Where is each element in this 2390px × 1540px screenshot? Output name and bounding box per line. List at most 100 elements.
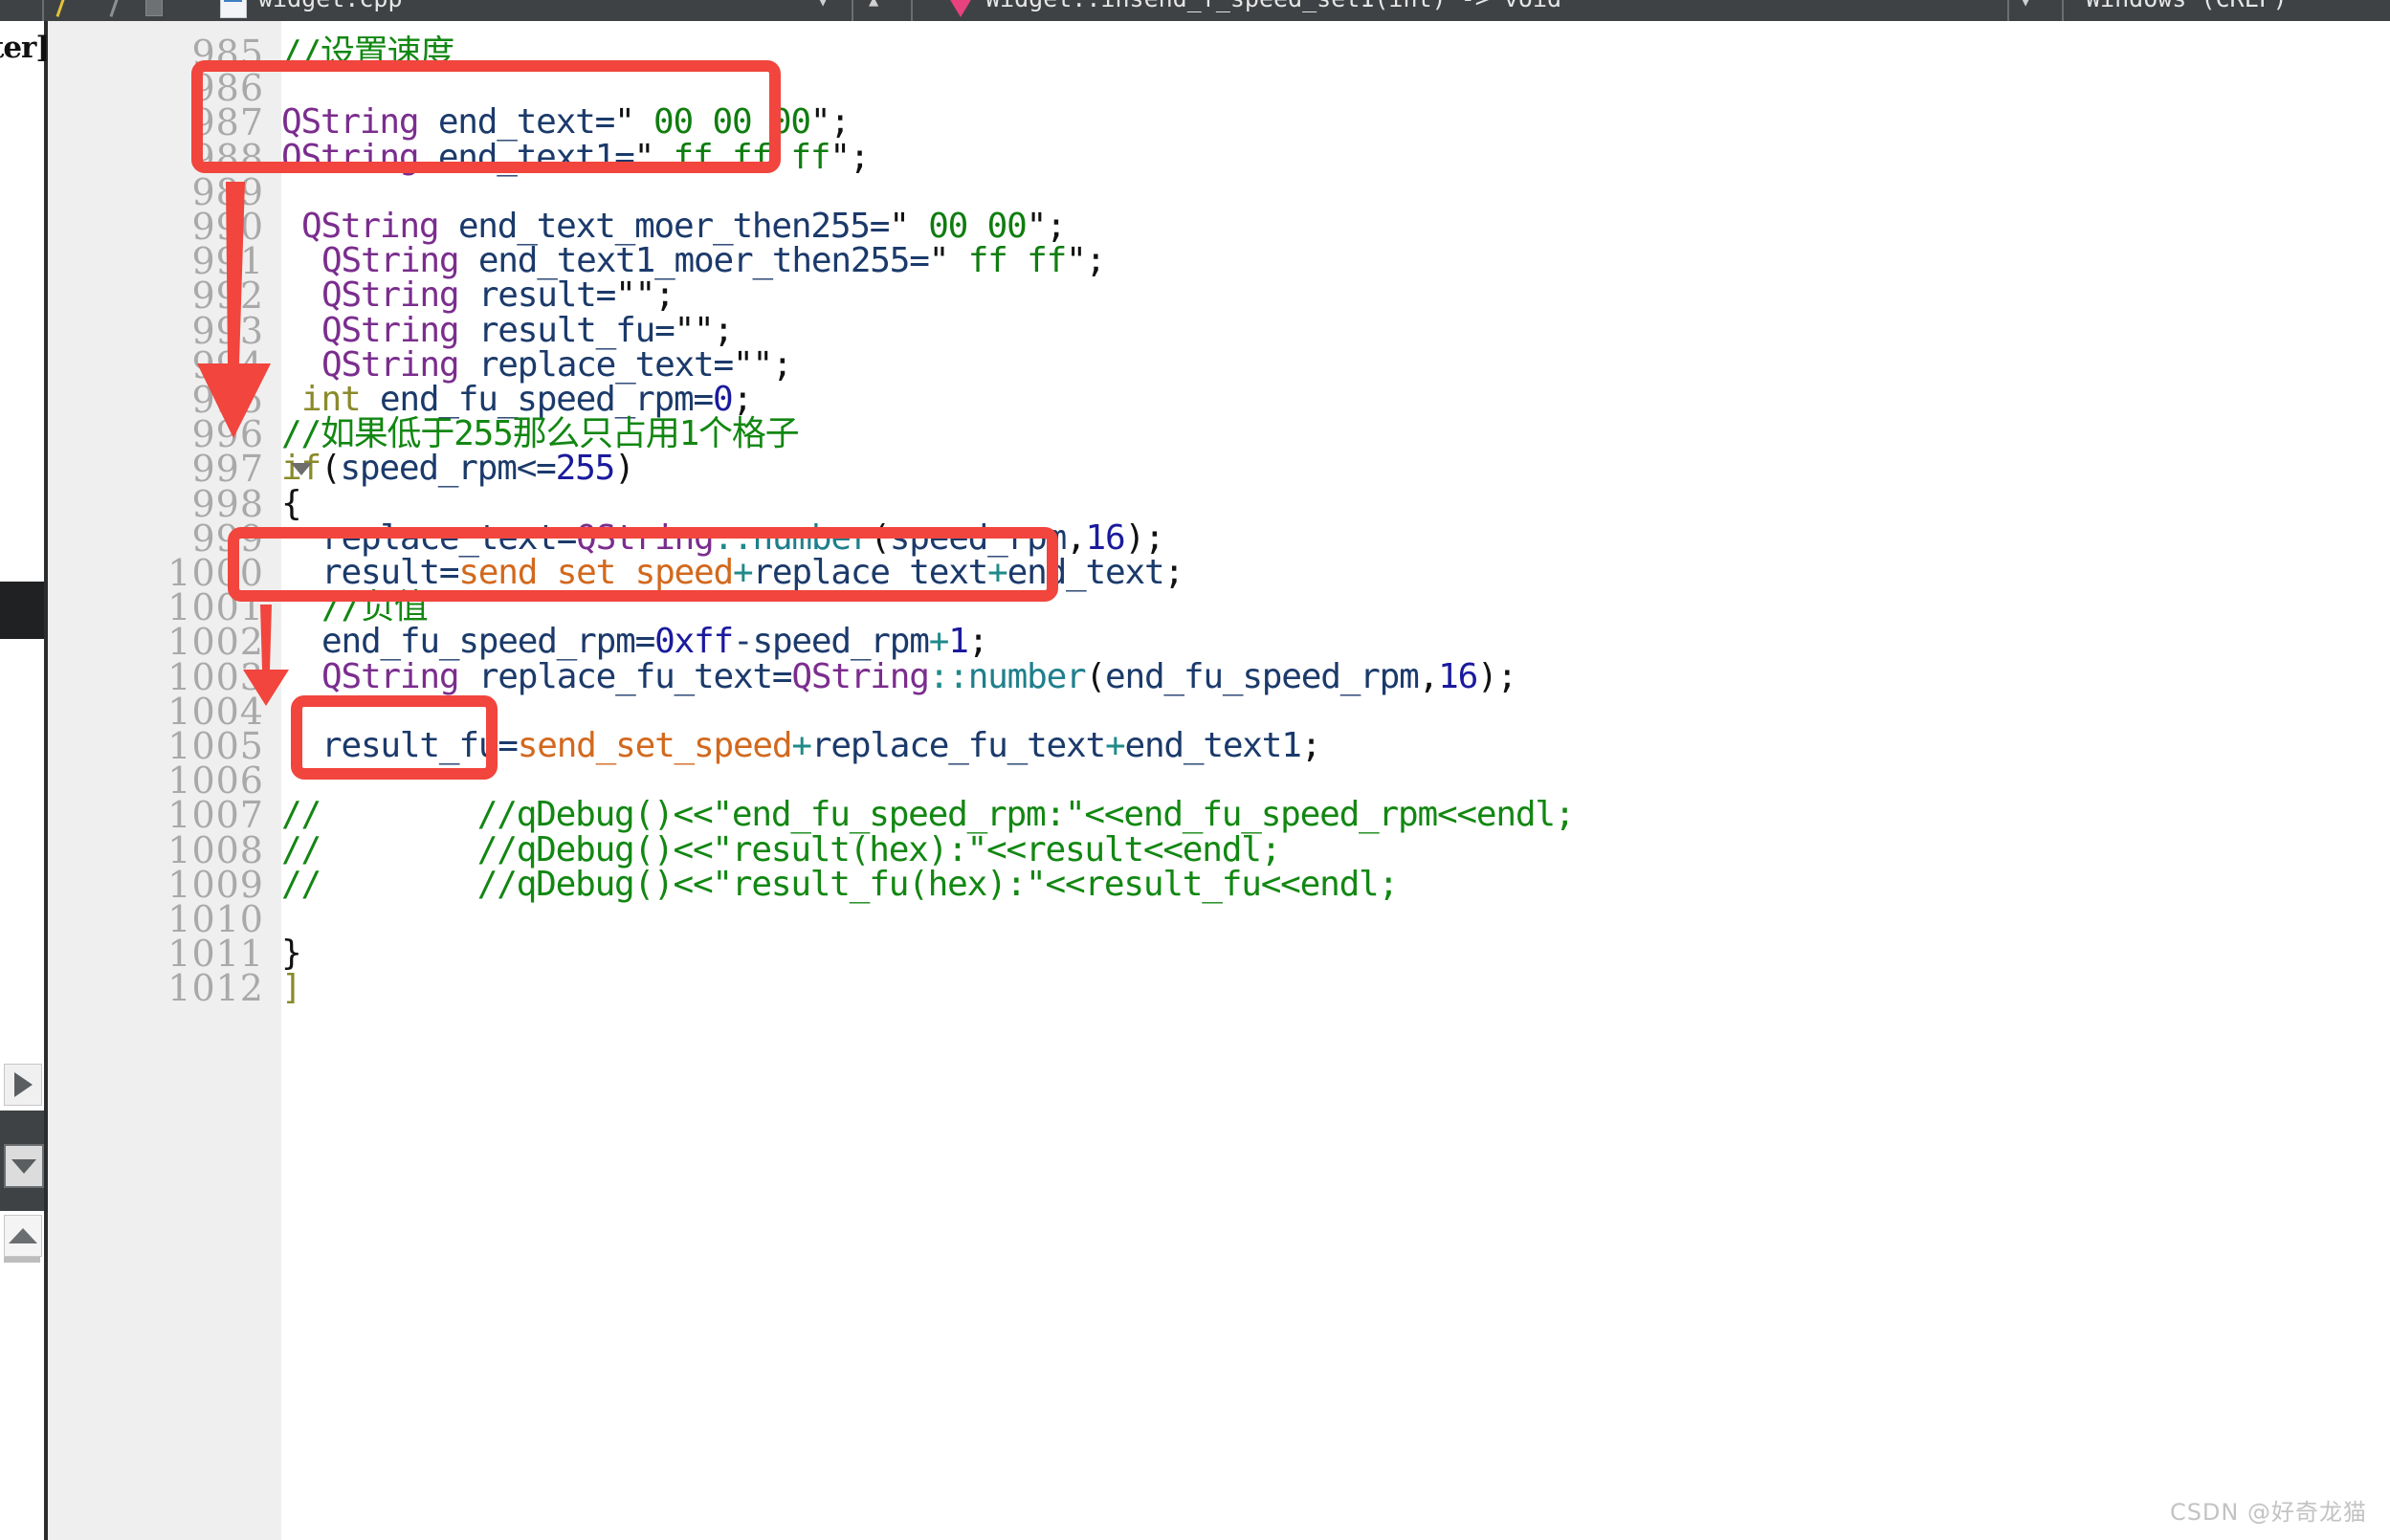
code-token: QString bbox=[321, 344, 460, 385]
file-tab-label[interactable]: widget.cpp bbox=[258, 0, 403, 11]
gutter-line-number: 1010 bbox=[167, 898, 264, 940]
code-token: :: bbox=[928, 656, 969, 696]
code-line[interactable]: // //qDebug()<<"end_fu_speed_rpm:"<<end_… bbox=[281, 798, 1575, 832]
code-token: ( bbox=[870, 517, 891, 558]
chevron-up-icon[interactable]: ▲ bbox=[869, 0, 878, 11]
code-token: speed_rpm bbox=[752, 622, 929, 662]
code-token: = bbox=[594, 102, 616, 143]
code-token: end_text_moer_then255 bbox=[457, 207, 871, 246]
slash-icon[interactable] bbox=[109, 0, 120, 17]
code-line[interactable]: result_fu=send_set_speed+replace_fu_text… bbox=[281, 726, 1321, 765]
code-token: send_set_speed bbox=[517, 726, 793, 765]
code-token: " bbox=[809, 102, 831, 143]
code-line[interactable]: //如果低于255那么只占用1个格子 bbox=[281, 417, 800, 451]
document-icon[interactable] bbox=[145, 0, 163, 16]
code-line[interactable]: int end_fu_speed_rpm=0; bbox=[281, 380, 753, 419]
code-token: replace_text bbox=[321, 517, 558, 558]
gutter-line-number: 1007 bbox=[167, 794, 264, 837]
csdn-watermark: CSDN @好奇龙猫 bbox=[2169, 1499, 2367, 1526]
code-line[interactable]: //负值 bbox=[281, 590, 429, 625]
code-line[interactable]: QString end_text_moer_then255=" 00 00"; bbox=[281, 207, 1067, 246]
code-token: ; bbox=[732, 380, 753, 419]
code-line[interactable]: //设置速度 bbox=[281, 36, 454, 71]
gutter-line-number: 993 bbox=[191, 309, 264, 352]
gutter-line-number: 998 bbox=[191, 482, 264, 525]
code-token: QString bbox=[321, 241, 460, 281]
code-token: - bbox=[732, 622, 754, 662]
code-token: 255 bbox=[555, 449, 616, 489]
code-token: result bbox=[321, 553, 440, 592]
code-token: = bbox=[869, 207, 891, 246]
chevron-up-icon-sidebar bbox=[9, 1228, 37, 1243]
play-triangle-button[interactable] bbox=[4, 1064, 42, 1106]
code-token: // //qDebug()<<"result(hex):"<<result<<e… bbox=[281, 829, 1281, 869]
gutter-line-number: 1011 bbox=[167, 933, 264, 976]
collapse-down-button[interactable] bbox=[4, 1144, 44, 1188]
code-line[interactable]: } bbox=[281, 936, 302, 971]
gutter-line-number: 985 bbox=[191, 33, 264, 75]
code-line[interactable]: QString result_fu=""; bbox=[281, 310, 735, 350]
gutter-line-number: 990 bbox=[191, 206, 264, 248]
chevron-down-icon-2[interactable]: ▼ bbox=[2021, 0, 2030, 11]
code-token: replace_fu_text bbox=[477, 656, 773, 696]
code-token: + bbox=[928, 622, 950, 662]
code-line[interactable]: QString end_text1_moer_then255=" ff ff"; bbox=[281, 241, 1106, 281]
code-line[interactable]: end_fu_speed_rpm=0xff-speed_rpm+1; bbox=[281, 622, 988, 662]
gutter-line-number: 997 bbox=[191, 448, 264, 491]
gutter-line-number: 991 bbox=[191, 240, 264, 283]
code-token: + bbox=[732, 553, 754, 592]
code-token: QString bbox=[321, 310, 460, 350]
code-editor-content[interactable]: //设置速度 QString end_text=" 00 00 00"; QStri… bbox=[281, 21, 2390, 1540]
code-line[interactable]: ] bbox=[281, 971, 302, 1005]
editor-toolbar: widget.cpp ▼ ▲ Widget::insend_f_speed_se… bbox=[0, 0, 2390, 21]
line-ending-label[interactable]: Windows (CRLF) bbox=[2086, 0, 2288, 11]
code-fold-caret-icon[interactable] bbox=[291, 463, 312, 476]
code-line[interactable]: QString end_text=" 00 00 00"; bbox=[281, 102, 851, 143]
toolbar-separator-5 bbox=[2062, 0, 2064, 21]
code-line[interactable]: QString result=""; bbox=[281, 278, 675, 313]
code-line[interactable]: // //qDebug()<<"result_fu(hex):"<<result… bbox=[281, 864, 1399, 904]
code-token: 0xff bbox=[654, 622, 734, 662]
code-line[interactable]: QString end_text1=" ff ff ff"; bbox=[281, 140, 871, 175]
toolbar-separator-3 bbox=[911, 0, 913, 21]
code-line[interactable]: { bbox=[281, 486, 302, 521]
code-token: 1 bbox=[948, 622, 969, 662]
code-line[interactable]: // //qDebug()<<"result(hex):"<<result<<e… bbox=[281, 829, 1281, 869]
gutter-line-number: 1012 bbox=[167, 967, 264, 1010]
code-token: "" bbox=[674, 310, 715, 350]
symbol-selector-label[interactable]: Widget::insend_f_speed_set1(int) -> void bbox=[985, 0, 1561, 11]
expand-up-button[interactable] bbox=[4, 1215, 42, 1257]
code-token: number bbox=[752, 517, 871, 558]
code-token: = bbox=[634, 622, 656, 662]
code-line[interactable]: result=send_set_speed+replace_text+end_t… bbox=[281, 556, 1184, 590]
code-token: // //qDebug()<<"result_fu(hex):"<<result… bbox=[281, 864, 1399, 904]
file-icon[interactable] bbox=[220, 0, 247, 18]
code-token: + bbox=[791, 726, 812, 765]
code-token: speed_rpm bbox=[889, 517, 1067, 558]
gutter-line-number: 1004 bbox=[167, 690, 264, 733]
code-token: = bbox=[595, 275, 617, 316]
gutter-line-number: 999 bbox=[191, 517, 264, 560]
gutter-line-number: 992 bbox=[191, 275, 264, 318]
code-line[interactable]: replace_text=QString::number(speed_rpm,1… bbox=[281, 517, 1165, 558]
code-line[interactable]: if(speed_rpm<=255) bbox=[281, 449, 635, 489]
code-line[interactable]: QString replace_text=""; bbox=[281, 344, 793, 385]
pencil-icon[interactable] bbox=[55, 0, 66, 17]
code-line[interactable]: QString replace_fu_text=QString::number(… bbox=[281, 656, 1517, 696]
gutter-line-number: 1005 bbox=[167, 725, 264, 767]
code-token: = bbox=[438, 553, 460, 592]
code-token: ); bbox=[1477, 656, 1517, 696]
code-token: = bbox=[771, 656, 793, 696]
code-token: end_text bbox=[1007, 553, 1165, 592]
code-token: , bbox=[1066, 517, 1087, 558]
code-token: ; bbox=[1163, 553, 1184, 592]
code-token: ; bbox=[713, 310, 735, 350]
gutter-line-number: 986 bbox=[191, 67, 264, 110]
toolbar-separator-1 bbox=[42, 0, 44, 21]
chevron-down-icon[interactable]: ▼ bbox=[818, 0, 828, 11]
code-token: = bbox=[654, 310, 675, 350]
code-token: ff ff bbox=[948, 241, 1068, 281]
